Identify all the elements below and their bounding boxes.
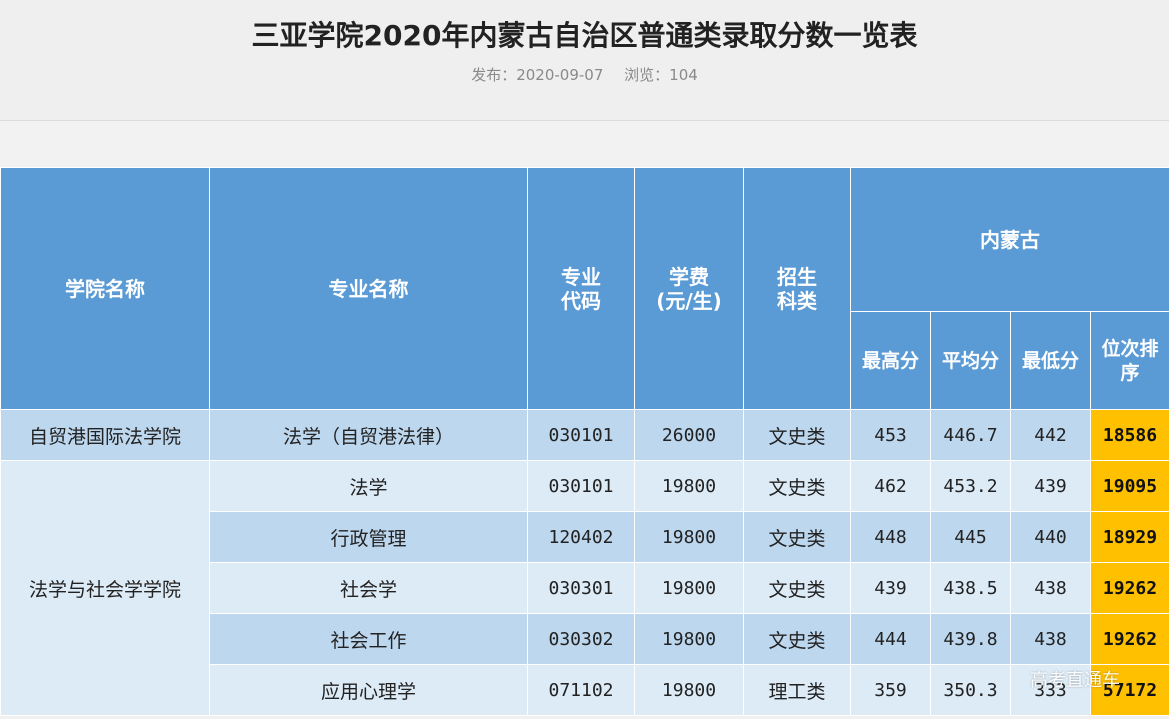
avg-score-cell: 445 [930,511,1011,563]
code-cell: 071102 [527,664,635,716]
major-cell: 社会工作 [209,613,528,665]
header-code-line1: 专业 [561,264,601,289]
header-category: 招生 科类 [743,167,851,410]
min-score-cell: 442 [1010,409,1091,461]
code-cell: 030302 [527,613,635,665]
article-meta: 发布：2020-09-07 浏览：104 [0,64,1169,85]
category-cell: 理工类 [743,664,851,716]
header-fee: 学费 (元/生) [634,167,744,410]
publish-date: 发布：2020-09-07 [471,66,604,84]
header-rank-line2: 序 [1120,361,1140,384]
avg-score-cell: 350.3 [930,664,1011,716]
fee-cell: 26000 [634,409,744,461]
fee-cell: 19800 [634,664,744,716]
category-cell: 文史类 [743,409,851,461]
major-cell: 法学 [209,460,528,512]
code-cell: 030101 [527,409,635,461]
avg-score-cell: 438.5 [930,562,1011,614]
max-score-cell: 453 [850,409,931,461]
rank-cell: 19262 [1090,562,1169,614]
max-score-cell: 444 [850,613,931,665]
view-count: 浏览：104 [624,66,698,84]
header-min: 最低分 [1010,311,1091,410]
min-score-cell: 438 [1010,562,1091,614]
max-score-cell: 448 [850,511,931,563]
header-max: 最高分 [850,311,931,410]
max-score-cell: 462 [850,460,931,512]
page-header: 三亚学院2020年内蒙古自治区普通类录取分数一览表 发布：2020-09-07 … [0,0,1169,121]
header-fee-line2: (元/生) [656,288,722,313]
max-score-cell: 439 [850,562,931,614]
code-cell: 030301 [527,562,635,614]
rank-cell: 19095 [1090,460,1169,512]
table-row: 法学与社会学学院 法学 030101 19800 文史类 462 453.2 4… [0,460,1169,716]
header-fee-line1: 学费 [669,264,709,289]
min-score-cell: 438 [1010,613,1091,665]
rank-cell: 19262 [1090,613,1169,665]
category-cell: 文史类 [743,511,851,563]
category-cell: 文史类 [743,562,851,614]
rank-cell: 18586 [1090,409,1169,461]
avg-score-cell: 453.2 [930,460,1011,512]
watermark-text: 高考直通车 [1030,670,1120,691]
category-cell: 文史类 [743,460,851,512]
header-major: 专业名称 [209,167,528,410]
table-row: 自贸港国际法学院 法学（自贸港法律） 030101 26000 文史类 453 … [0,409,1169,461]
admission-score-table: 学院名称 专业名称 专业 代码 学费 (元/生) 招生 科类 内蒙古 最高分 平… [0,167,1169,716]
code-cell: 120402 [527,511,635,563]
avg-score-cell: 439.8 [930,613,1011,665]
min-score-cell: 440 [1010,511,1091,563]
code-cell: 030101 [527,460,635,512]
major-cell: 社会学 [209,562,528,614]
header-college: 学院名称 [0,167,210,410]
header-code: 专业 代码 [527,167,635,410]
avg-score-cell: 446.7 [930,409,1011,461]
min-score-cell: 439 [1010,460,1091,512]
fee-cell: 19800 [634,562,744,614]
header-category-line2: 科类 [777,288,817,313]
content-gap [0,121,1169,167]
header-region: 内蒙古 [850,167,1169,312]
category-cell: 文史类 [743,613,851,665]
fee-cell: 19800 [634,613,744,665]
header-rank-line1: 位次排 [1101,337,1159,360]
header-code-line2: 代码 [561,288,601,313]
page-title: 三亚学院2020年内蒙古自治区普通类录取分数一览表 [251,19,918,52]
header-rank: 位次排 序 [1090,311,1169,410]
fee-cell: 19800 [634,511,744,563]
major-cell: 应用心理学 [209,664,528,716]
major-cell: 法学（自贸港法律） [209,409,528,461]
college-cell: 自贸港国际法学院 [0,409,210,461]
major-cell: 行政管理 [209,511,528,563]
header-avg: 平均分 [930,311,1011,410]
header-category-line1: 招生 [777,264,817,289]
rank-cell: 18929 [1090,511,1169,563]
max-score-cell: 359 [850,664,931,716]
fee-cell: 19800 [634,460,744,512]
college-cell: 法学与社会学学院 [0,460,210,716]
